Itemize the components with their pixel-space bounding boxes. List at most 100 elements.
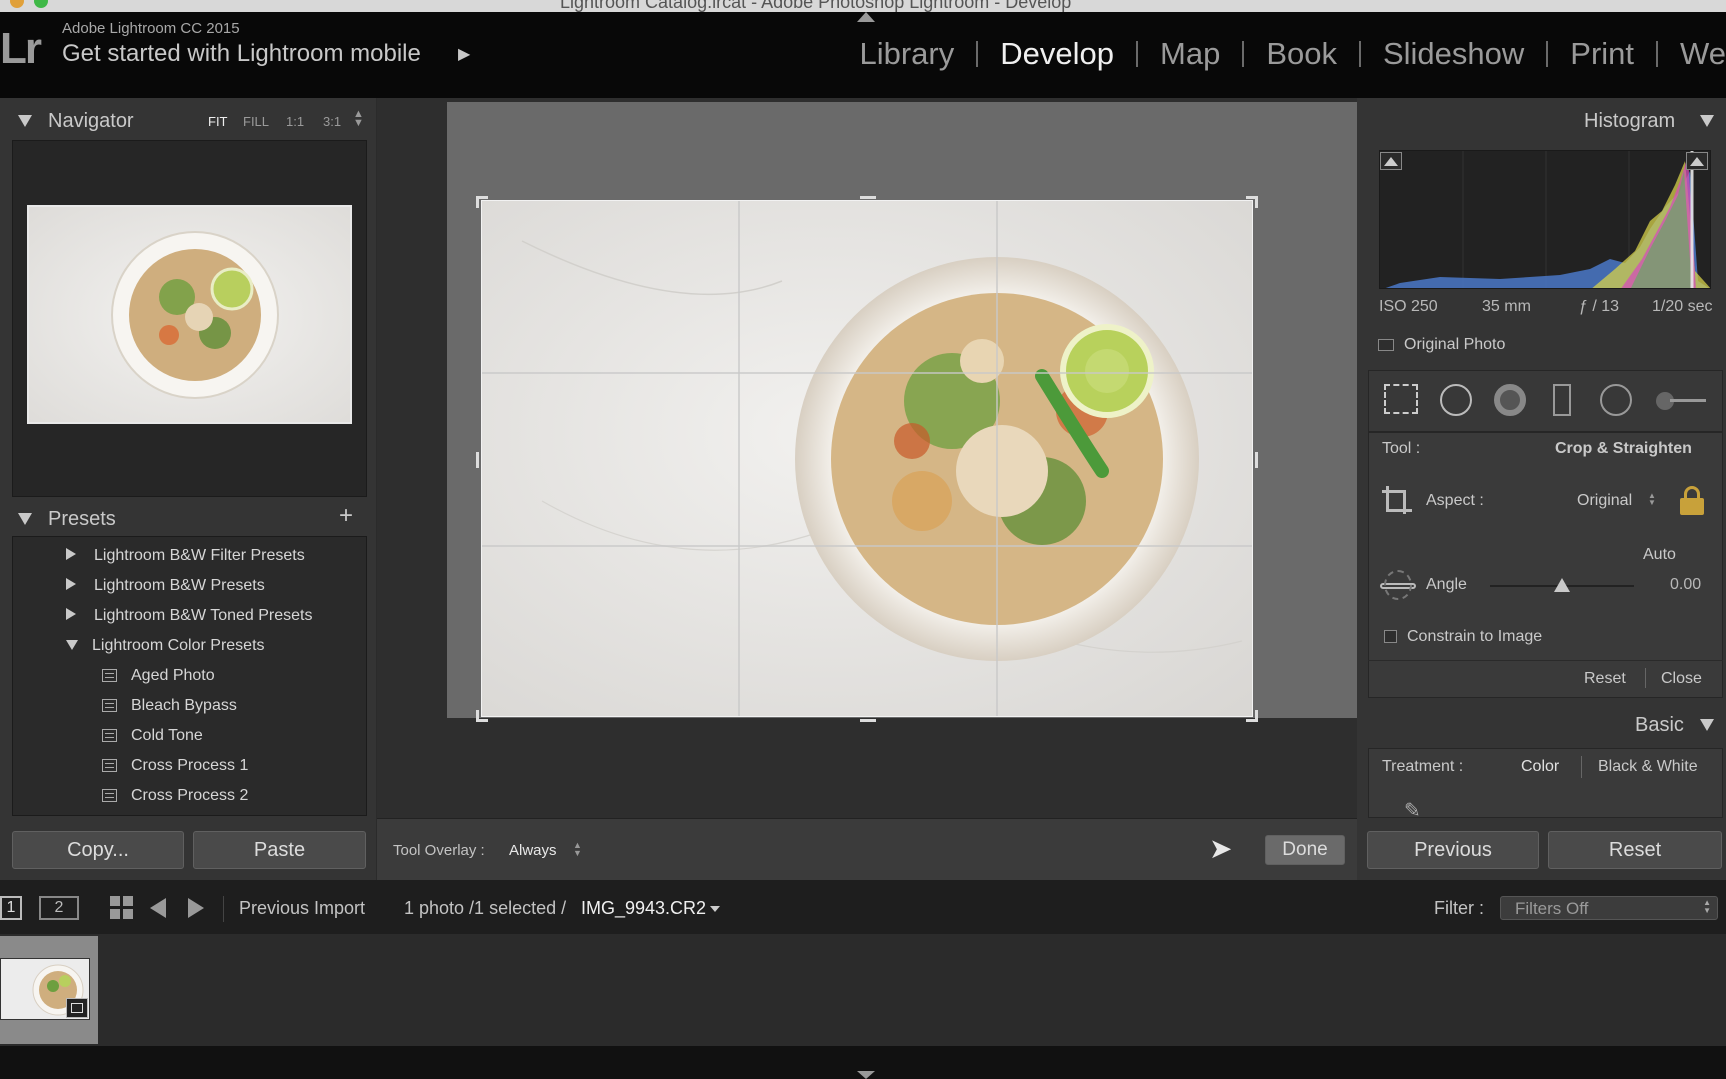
- preset-icon: [102, 699, 117, 713]
- basic-collapse-icon[interactable]: [1700, 718, 1714, 736]
- navigator-collapse-icon[interactable]: [18, 114, 32, 132]
- presets-title: Presets: [48, 508, 116, 530]
- module-picker: Library Develop Map Book Slideshow Print…: [837, 34, 1726, 74]
- tool-overlay-select[interactable]: Always: [509, 842, 557, 859]
- crop-handle-top-right[interactable]: [1246, 196, 1258, 208]
- zoom-1-1[interactable]: 1:1: [286, 114, 304, 129]
- overlay-stepper-icon[interactable]: ▲ ▼: [573, 841, 582, 858]
- mobile-tagline-link[interactable]: Get started with Lightroom mobile: [62, 40, 421, 68]
- spot-removal-tool-icon[interactable]: [1440, 384, 1472, 416]
- reset-button[interactable]: Reset: [1548, 831, 1722, 869]
- basic-panel-title: Basic: [1635, 714, 1684, 736]
- copy-settings-button[interactable]: Copy...: [12, 831, 184, 869]
- module-print[interactable]: Print: [1548, 36, 1656, 72]
- treatment-black-white[interactable]: Black & White: [1598, 758, 1698, 776]
- navigator-thumbnail[interactable]: [27, 205, 352, 424]
- adjustment-brush-tool-icon[interactable]: [1656, 390, 1706, 410]
- crop-handle-left[interactable]: [476, 452, 479, 468]
- main-window-button[interactable]: 1: [0, 896, 22, 920]
- original-photo-checkbox[interactable]: Original Photo: [1378, 336, 1505, 354]
- paste-settings-button[interactable]: Paste: [193, 831, 366, 869]
- constrain-to-image-checkbox[interactable]: Constrain to Image: [1384, 628, 1542, 646]
- zoom-fill[interactable]: FILL: [243, 114, 269, 129]
- red-eye-tool-icon[interactable]: [1494, 384, 1526, 416]
- preset-item[interactable]: Aged Photo: [102, 667, 215, 685]
- crop-close-button[interactable]: Close: [1661, 670, 1702, 688]
- crop-handle-right[interactable]: [1255, 452, 1258, 468]
- module-map[interactable]: Map: [1138, 36, 1242, 72]
- collapse-top-panel-icon[interactable]: [857, 12, 875, 22]
- aspect-lock-icon[interactable]: [1679, 486, 1705, 516]
- preset-item[interactable]: Cold Tone: [102, 727, 203, 745]
- crop-handle-top-left[interactable]: [476, 196, 488, 208]
- radial-filter-tool-icon[interactable]: [1600, 384, 1632, 416]
- window-titlebar: Lightroom Catalog.lrcat - Adobe Photosho…: [0, 0, 1726, 12]
- divider: [1645, 668, 1646, 688]
- straighten-level-icon[interactable]: [1378, 568, 1418, 604]
- white-balance-dropper-icon[interactable]: ✎: [1404, 798, 1428, 822]
- zoom-window-icon[interactable]: [34, 0, 48, 8]
- module-slideshow[interactable]: Slideshow: [1361, 36, 1546, 72]
- module-develop[interactable]: Develop: [978, 36, 1136, 72]
- crop-overlay-tool-icon[interactable]: [1384, 384, 1418, 414]
- preset-group[interactable]: Lightroom B&W Presets: [66, 577, 265, 595]
- crop-handle-bottom[interactable]: [860, 719, 876, 722]
- play-arrow-icon[interactable]: ▶: [458, 44, 470, 64]
- preset-item[interactable]: Cross Process 1: [102, 757, 248, 775]
- window-title: Lightroom Catalog.lrcat - Adobe Photosho…: [560, 0, 1072, 12]
- graduated-filter-tool-icon[interactable]: [1553, 384, 1571, 416]
- angle-label: Angle: [1426, 576, 1467, 593]
- preset-icon: [102, 759, 117, 773]
- treatment-label: Treatment :: [1382, 758, 1464, 775]
- done-button[interactable]: Done: [1265, 835, 1345, 865]
- second-window-button[interactable]: 2: [39, 896, 79, 920]
- aspect-stepper-icon[interactable]: ▲ ▼: [1648, 492, 1656, 507]
- selection-count: 1 photo /1 selected /: [404, 898, 567, 918]
- highlight-clipping-icon[interactable]: [1686, 152, 1708, 170]
- expand-triangle-icon: [66, 608, 76, 620]
- next-photo-icon[interactable]: [188, 898, 204, 918]
- source-label[interactable]: Previous Import: [239, 898, 365, 919]
- aspect-select[interactable]: Original: [1577, 492, 1632, 510]
- minimize-window-icon[interactable]: [10, 0, 24, 8]
- module-web[interactable]: We: [1658, 36, 1726, 72]
- angle-slider-thumb[interactable]: [1554, 578, 1570, 592]
- crop-frame-tool-icon[interactable]: [1380, 484, 1414, 518]
- angle-value[interactable]: 0.00: [1670, 576, 1701, 594]
- module-library[interactable]: Library: [837, 36, 976, 72]
- grid-view-icon[interactable]: [110, 896, 134, 920]
- crop-handle-top[interactable]: [860, 196, 876, 199]
- collapse-bottom-panel-icon[interactable]: [857, 1071, 875, 1079]
- crop-handle-bottom-left[interactable]: [476, 710, 488, 722]
- histogram-title: Histogram: [1584, 110, 1676, 132]
- zoom-fit[interactable]: FIT: [208, 114, 228, 129]
- histogram-collapse-icon[interactable]: [1700, 114, 1714, 132]
- add-preset-button[interactable]: +: [339, 502, 353, 530]
- photo-crop-area[interactable]: [481, 200, 1253, 717]
- presets-collapse-icon[interactable]: [18, 512, 32, 530]
- previous-button[interactable]: Previous: [1367, 831, 1539, 869]
- preset-group[interactable]: Lightroom B&W Toned Presets: [66, 607, 312, 625]
- zoom-stepper-icon[interactable]: ▲ ▼: [353, 109, 364, 129]
- divider: [1368, 660, 1723, 661]
- auto-straighten-button[interactable]: Auto: [1643, 546, 1676, 564]
- preset-item[interactable]: Bleach Bypass: [102, 697, 237, 715]
- crop-reset-button[interactable]: Reset: [1584, 670, 1626, 688]
- module-book[interactable]: Book: [1244, 36, 1359, 72]
- previous-photo-icon[interactable]: [150, 898, 166, 918]
- filename-dropdown-icon[interactable]: [710, 906, 720, 912]
- filename-menu[interactable]: IMG_9943.CR2: [581, 898, 706, 919]
- shadow-clipping-icon[interactable]: [1380, 152, 1402, 170]
- preset-group[interactable]: Lightroom Color Presets: [66, 637, 265, 655]
- crop-handle-bottom-right[interactable]: [1246, 710, 1258, 722]
- filmstrip: [0, 934, 1726, 1046]
- zoom-3-1[interactable]: 3:1: [323, 114, 341, 129]
- filmstrip-thumbnail-cell[interactable]: [0, 936, 98, 1044]
- filter-select[interactable]: Filters Off ▲ ▼: [1500, 896, 1718, 920]
- preset-group[interactable]: Lightroom B&W Filter Presets: [66, 547, 305, 565]
- divider: [223, 896, 224, 922]
- preset-item[interactable]: Cross Process 2: [102, 787, 248, 805]
- histogram-graph[interactable]: [1379, 150, 1711, 289]
- collapse-triangle-icon: [66, 640, 78, 650]
- treatment-color[interactable]: Color: [1521, 758, 1559, 776]
